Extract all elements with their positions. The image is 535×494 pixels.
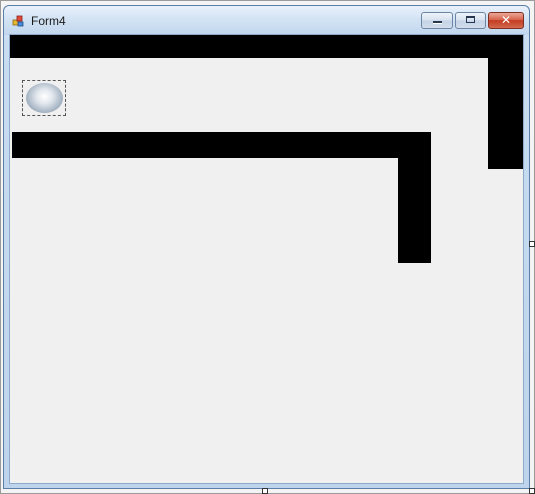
maze-wall-right <box>488 35 523 169</box>
resize-handle-bottom[interactable] <box>262 488 268 494</box>
maze-wall-top <box>10 35 523 58</box>
form-app-icon <box>12 15 24 27</box>
maximize-icon <box>466 16 475 23</box>
minimize-icon <box>433 21 442 23</box>
close-icon: ✕ <box>500 13 512 27</box>
resize-handle-right[interactable] <box>529 241 535 247</box>
window-title: Form4 <box>31 14 66 28</box>
close-button[interactable]: ✕ <box>488 12 524 29</box>
round-button-icon[interactable] <box>26 83 63 113</box>
maze-wall-drop <box>398 132 431 263</box>
ball-selection-box[interactable] <box>22 80 66 116</box>
form-window: Form4 ✕ <box>3 5 530 489</box>
resize-handle-corner[interactable] <box>529 488 535 494</box>
title-bar[interactable]: Form4 ✕ <box>4 6 529 35</box>
minimize-button[interactable] <box>421 12 453 29</box>
maximize-button[interactable] <box>455 12 486 29</box>
maze-wall-middle <box>12 132 431 158</box>
form-client-area <box>9 34 524 484</box>
